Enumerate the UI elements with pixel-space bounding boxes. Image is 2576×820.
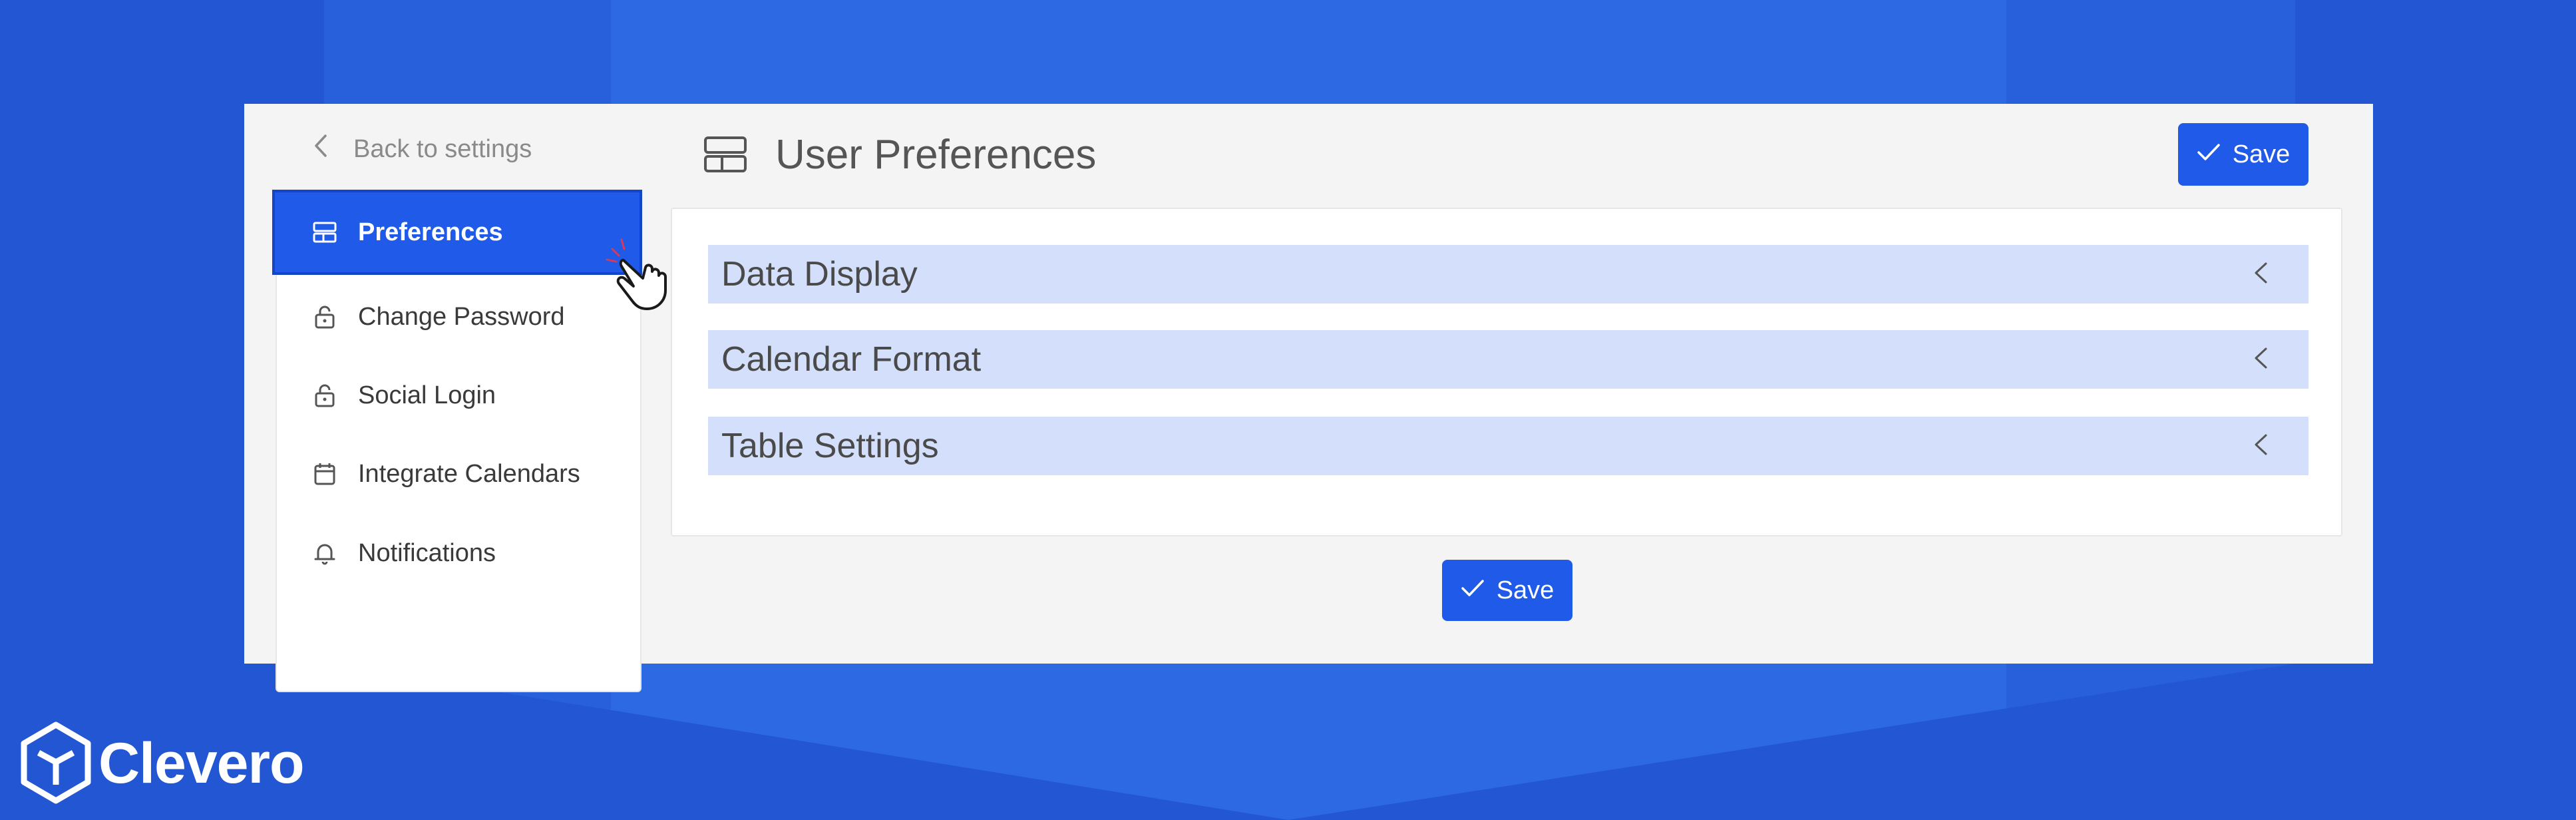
accordion-calendar-format[interactable]: Calendar Format (708, 330, 2308, 389)
sidebar-item-notifications[interactable]: Notifications (277, 516, 642, 590)
settings-window: Back to settings Preferences Change Pass… (244, 104, 2373, 692)
accordion-label: Table Settings (721, 427, 939, 465)
calendar-icon (311, 461, 338, 487)
sidebar-item-label: Integrate Calendars (358, 459, 580, 488)
check-icon (2197, 140, 2221, 169)
sidebar-item-label: Preferences (358, 218, 503, 246)
sidebar-item-preferences[interactable]: Preferences (272, 190, 642, 275)
lock-icon (311, 304, 338, 330)
layout-icon (311, 219, 338, 246)
brand-logo: Clevero (19, 721, 304, 806)
accordion-label: Data Display (721, 255, 918, 294)
chevron-left-icon (2253, 261, 2269, 288)
layout-icon (704, 136, 747, 172)
settings-sidebar: Preferences Change Password Social Login… (272, 190, 642, 692)
chevron-left-icon (2253, 346, 2269, 373)
check-icon (1461, 576, 1485, 605)
sidebar-item-change-password[interactable]: Change Password (277, 280, 642, 353)
accordion-data-display[interactable]: Data Display (708, 245, 2308, 304)
sidebar-item-social-login[interactable]: Social Login (277, 359, 642, 432)
save-button[interactable]: Save (2178, 123, 2308, 186)
sidebar-item-label: Change Password (358, 302, 565, 331)
page-title: User Preferences (775, 132, 1097, 178)
back-link-label: Back to settings (353, 134, 532, 163)
chevron-left-icon (2253, 433, 2269, 460)
sidebar-item-label: Social Login (358, 381, 496, 409)
lock-icon (311, 382, 338, 409)
brand-name: Clevero (98, 731, 304, 795)
accordion-label: Calendar Format (721, 340, 982, 379)
back-to-settings-link[interactable]: Back to settings (311, 130, 532, 168)
preferences-panel: Data Display Calendar Format Table Setti… (671, 208, 2342, 536)
save-button-label: Save (2232, 140, 2291, 168)
save-button-bottom[interactable]: Save (1442, 560, 1572, 621)
save-button-label: Save (1496, 576, 1555, 604)
chevron-left-icon (311, 133, 331, 165)
cube-logo-icon (21, 721, 91, 804)
sidebar-item-label: Notifications (358, 538, 496, 567)
accordion-table-settings[interactable]: Table Settings (708, 417, 2308, 475)
bell-icon (311, 540, 338, 566)
sidebar-item-integrate-calendars[interactable]: Integrate Calendars (277, 437, 642, 511)
